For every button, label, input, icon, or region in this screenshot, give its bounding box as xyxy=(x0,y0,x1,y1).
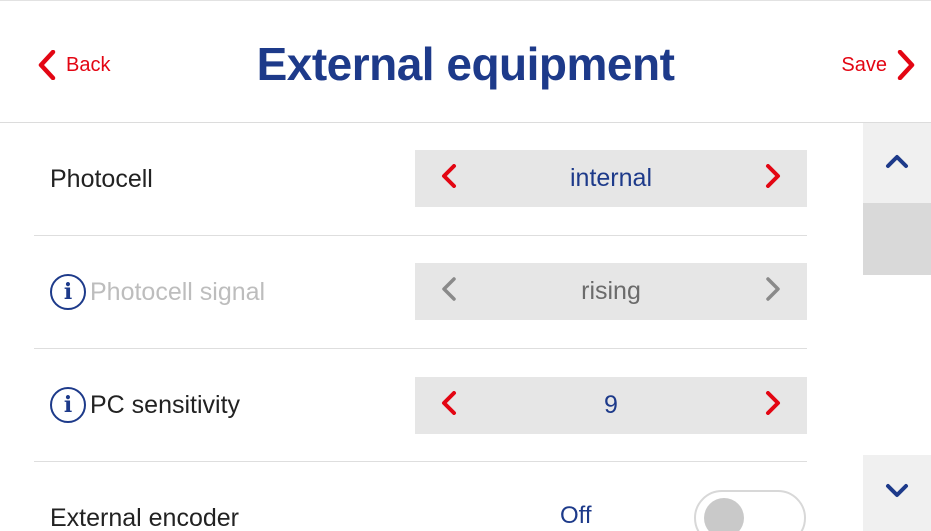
chevron-left-icon xyxy=(441,164,457,193)
info-icon[interactable]: i xyxy=(50,387,86,423)
selector-value: internal xyxy=(570,164,652,192)
scroll-down-button[interactable] xyxy=(863,455,931,531)
scroll-track[interactable] xyxy=(863,275,931,455)
selector-value: 9 xyxy=(604,391,618,419)
chevron-left-icon xyxy=(441,277,457,306)
chevron-left-icon xyxy=(441,391,457,420)
setting-label: Photocell xyxy=(50,123,153,235)
page-title: External equipment xyxy=(256,38,675,90)
next-value-button[interactable] xyxy=(743,150,803,207)
setting-row-external-encoder: External encoder xyxy=(34,462,807,531)
setting-row-photocell: Photocell internal xyxy=(34,123,807,235)
setting-label: External encoder xyxy=(50,504,239,531)
chevron-right-icon xyxy=(765,277,781,306)
scrollbar xyxy=(863,123,931,531)
scroll-up-button[interactable] xyxy=(863,123,931,203)
external-equipment-screen: Back External equipment Save Photocell i… xyxy=(0,0,931,531)
previous-value-button[interactable] xyxy=(419,377,479,434)
next-value-button xyxy=(743,263,803,320)
photocell-signal-selector: rising xyxy=(415,263,807,320)
setting-label-text: Photocell signal xyxy=(90,277,266,306)
previous-value-button xyxy=(419,263,479,320)
external-encoder-toggle[interactable] xyxy=(694,490,806,531)
scroll-thumb[interactable] xyxy=(863,203,931,275)
info-icon[interactable]: i xyxy=(50,274,86,310)
chevron-up-icon xyxy=(885,153,909,174)
pc-sensitivity-selector: 9 xyxy=(415,377,807,434)
save-button[interactable]: Save xyxy=(841,45,915,85)
chevron-right-icon xyxy=(765,391,781,420)
setting-label: i Photocell signal xyxy=(50,236,265,348)
header-bar: Back External equipment Save xyxy=(0,0,931,123)
setting-label: i PC sensitivity xyxy=(50,349,240,461)
setting-row-photocell-signal: i Photocell signal rising xyxy=(34,236,807,348)
selector-value: rising xyxy=(581,277,641,305)
setting-row-pc-sensitivity: i PC sensitivity 9 xyxy=(34,349,807,461)
toggle-state-text: Off xyxy=(560,502,592,529)
photocell-selector: internal xyxy=(415,150,807,207)
next-value-button[interactable] xyxy=(743,377,803,434)
toggle-knob xyxy=(704,498,744,531)
setting-label-text: Photocell xyxy=(50,164,153,193)
setting-label-text: External encoder xyxy=(50,504,240,531)
chevron-right-icon xyxy=(897,50,915,80)
previous-value-button[interactable] xyxy=(419,150,479,207)
setting-label-text: PC sensitivity xyxy=(90,390,241,419)
chevron-right-icon xyxy=(765,164,781,193)
chevron-down-icon xyxy=(885,483,909,504)
save-label: Save xyxy=(841,53,887,76)
